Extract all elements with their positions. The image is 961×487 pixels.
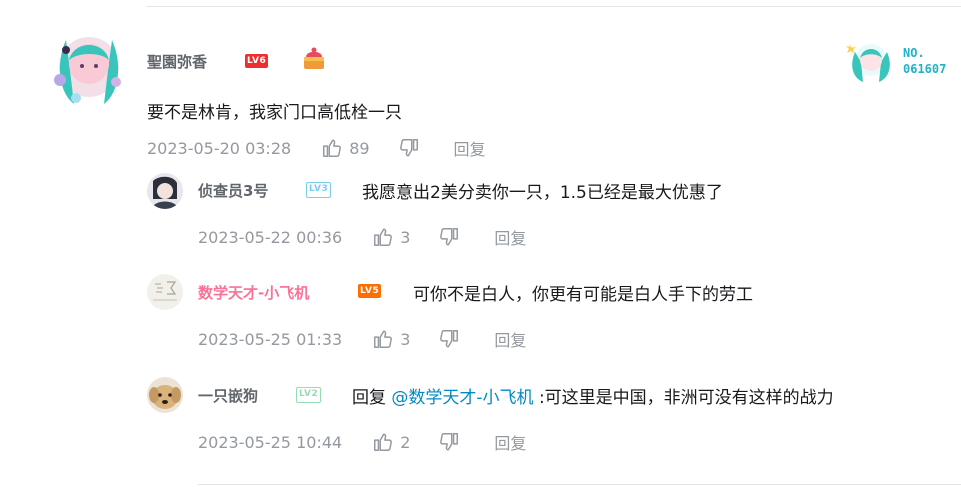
like-count: 89 [349, 138, 370, 158]
reply-avatar[interactable] [147, 274, 183, 310]
thumbs-down-icon [440, 330, 459, 348]
user-mention-link[interactable]: @数学天才-小飞机 [391, 388, 533, 408]
like-button[interactable]: 2 [372, 431, 410, 453]
reply-meta: 2023-05-25 01:33 3 回复 [198, 327, 526, 351]
like-button[interactable]: 89 [321, 137, 370, 159]
like-count: 2 [400, 432, 411, 452]
comment-time: 2023-05-20 03:28 [147, 138, 292, 158]
reply-meta: 2023-05-25 10:44 2 回复 [198, 430, 526, 454]
dislike-button[interactable] [438, 226, 466, 248]
cake-medal-icon [300, 46, 328, 72]
level-badge: LV6 [245, 54, 269, 68]
level-badge: LV2 [296, 387, 322, 403]
reply-prefix: 回复 [352, 388, 392, 408]
reply-username[interactable]: 数学天才-小飞机 [198, 282, 309, 303]
reply-button[interactable]: 回复 [454, 136, 486, 160]
bottom-divider [198, 484, 961, 485]
dislike-button[interactable] [438, 431, 466, 453]
level-badge: LV5 [358, 284, 382, 298]
like-count: 3 [400, 227, 411, 247]
thumbs-up-icon [323, 139, 342, 157]
reply-username[interactable]: 一只嵌狗 [198, 385, 258, 406]
thumbs-up-icon [374, 433, 393, 451]
dislike-button[interactable] [438, 328, 466, 350]
like-count: 3 [400, 329, 411, 349]
fan-badge-line1: NO. [903, 46, 925, 60]
main-username[interactable]: 聖園弥香 [147, 51, 207, 72]
thumbs-down-icon [440, 433, 459, 451]
reply-avatar[interactable] [147, 377, 183, 413]
main-avatar[interactable] [46, 22, 132, 108]
dislike-button[interactable] [398, 137, 426, 159]
like-button[interactable]: 3 [372, 226, 410, 248]
reply-avatar[interactable] [147, 173, 183, 209]
thumbs-down-icon [399, 139, 418, 157]
reply-meta: 2023-05-22 00:36 3 回复 [198, 225, 526, 249]
reply-username[interactable]: 侦查员3号 [198, 180, 268, 201]
top-divider [146, 6, 961, 7]
level-badge: LV3 [306, 182, 332, 198]
comment-time: 2023-05-25 01:33 [198, 329, 343, 349]
thumbs-up-icon [374, 330, 393, 348]
reply-text: 回复 @数学天才-小飞机 :可这里是中国，非洲可没有这样的战力 [352, 383, 834, 408]
reply-body: :可这里是中国，非洲可没有这样的战力 [533, 388, 834, 408]
reply-text: 可你不是白人，你更有可能是白人手下的劳工 [413, 285, 753, 305]
comment-time: 2023-05-22 00:36 [198, 227, 343, 247]
thumbs-down-icon [440, 228, 459, 246]
fan-badge-number: NO. 061607 [903, 45, 946, 77]
reply-button[interactable]: 回复 [494, 225, 526, 249]
comment-time: 2023-05-25 10:44 [198, 432, 343, 452]
reply-text: 我愿意出2美分卖你一只，1.5已经是最大优惠了 [362, 183, 723, 203]
fan-badge-line2: 061607 [903, 62, 947, 76]
like-button[interactable]: 3 [372, 328, 410, 350]
main-comment-meta: 2023-05-20 03:28 89 回复 [147, 136, 486, 160]
reply-button[interactable]: 回复 [494, 327, 526, 351]
reply-button[interactable]: 回复 [494, 430, 526, 454]
main-comment-text: 要不是林肯，我家门口高低栓一只 [147, 103, 402, 123]
thumbs-up-icon [374, 228, 393, 246]
